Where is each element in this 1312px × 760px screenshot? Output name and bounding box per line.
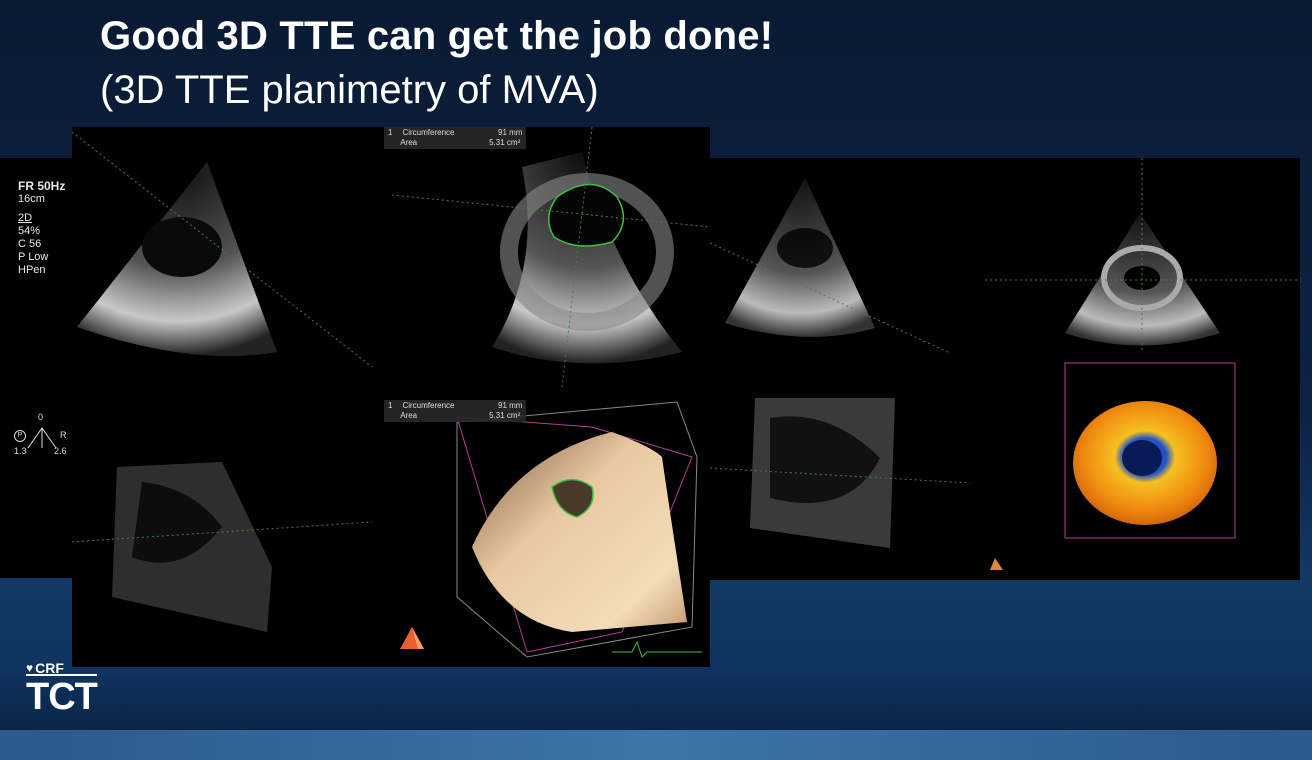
measurement-label: Circumference — [402, 128, 455, 137]
slide-title: Good 3D TTE can get the job done! — [100, 14, 774, 58]
measurement-label: Area — [400, 411, 418, 420]
mode: 2D — [18, 212, 33, 224]
echo-panel-main: 1 Circumference 91 mm Area 5.31 cm² 1 Circum… — [72, 127, 710, 667]
tct-text: TCT — [26, 674, 98, 718]
frame-rate: FR 50Hz — [18, 179, 66, 193]
probe-left-value: 1.3 — [14, 446, 27, 456]
echo-3d-render-mitral — [472, 432, 687, 632]
measurement-index: 1 — [388, 128, 393, 137]
compress: C 56 — [18, 238, 42, 250]
crf-tct-logo: ♥ CRF TCT — [26, 660, 98, 718]
measurement-value: 91 mm — [498, 128, 523, 137]
probe-r-label: R — [60, 430, 67, 440]
probe-marker: 0 P R 1.3 2.6 — [14, 412, 74, 456]
echo-right-images — [710, 158, 1300, 570]
measurement-value: 5.31 cm² — [489, 138, 521, 147]
slide-subtitle: (3D TTE planimetry of MVA) — [100, 68, 599, 112]
measurement-box-bottom: 1 Circumference 91 mm Area 5.31 cm² — [384, 400, 527, 422]
bottom-strip — [0, 730, 1312, 760]
crf-text: CRF — [35, 660, 64, 676]
heart-icon: ♥ — [26, 661, 34, 675]
echo-main-images — [72, 127, 710, 658]
power: P Low — [18, 251, 49, 263]
probe-right-value: 2.6 — [54, 446, 67, 456]
probe-top-label: 0 — [38, 412, 44, 422]
measurement-value: 5.31 cm² — [489, 411, 521, 420]
harmonics: HPen — [18, 264, 46, 276]
ecg-trace — [612, 640, 702, 658]
echo-settings-panel: FR 50Hz 16cm 2D 54% C 56 P Low HPen — [18, 180, 65, 277]
measurement-value: 91 mm — [498, 401, 523, 410]
measurement-box-top: 1 Circumference 91 mm Area 5.31 cm² — [384, 127, 527, 149]
depth: 16cm — [18, 193, 45, 205]
measurement-label: Circumference — [402, 401, 455, 410]
echo-panel-right — [710, 158, 1300, 580]
measurement-label: Area — [400, 138, 418, 147]
measurement-index: 1 — [388, 401, 393, 410]
probe-p-label: P — [14, 430, 26, 442]
orientation-cube-icon — [990, 558, 1003, 570]
gain: 54% — [18, 225, 41, 237]
